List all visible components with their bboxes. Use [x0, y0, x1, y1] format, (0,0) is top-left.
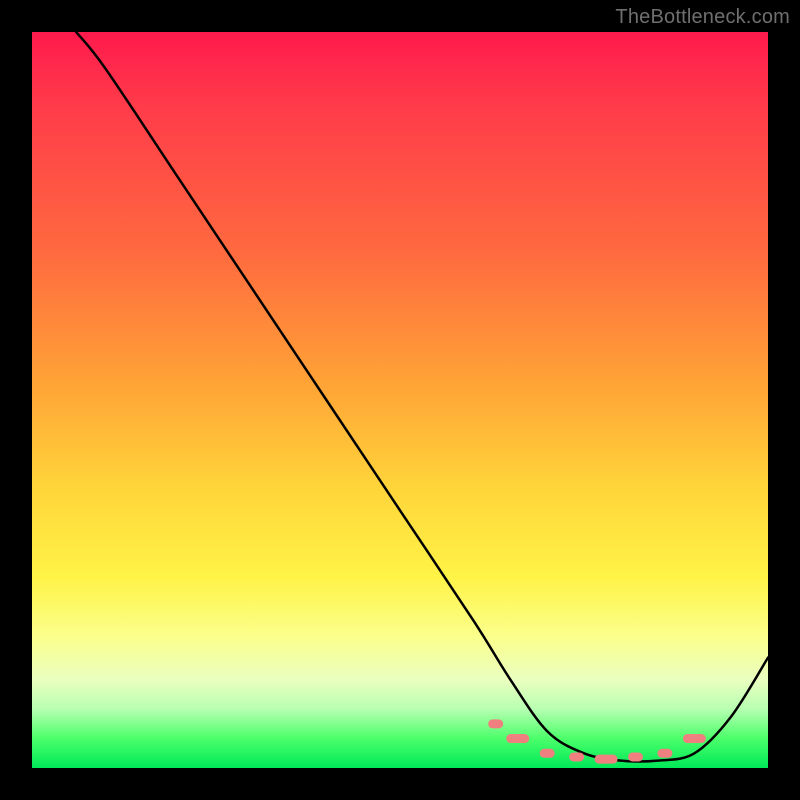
watermark-text: TheBottleneck.com — [615, 6, 790, 29]
plot-area — [32, 32, 768, 768]
chart-frame: TheBottleneck.com — [0, 0, 800, 800]
bottleneck-curve — [32, 32, 768, 768]
